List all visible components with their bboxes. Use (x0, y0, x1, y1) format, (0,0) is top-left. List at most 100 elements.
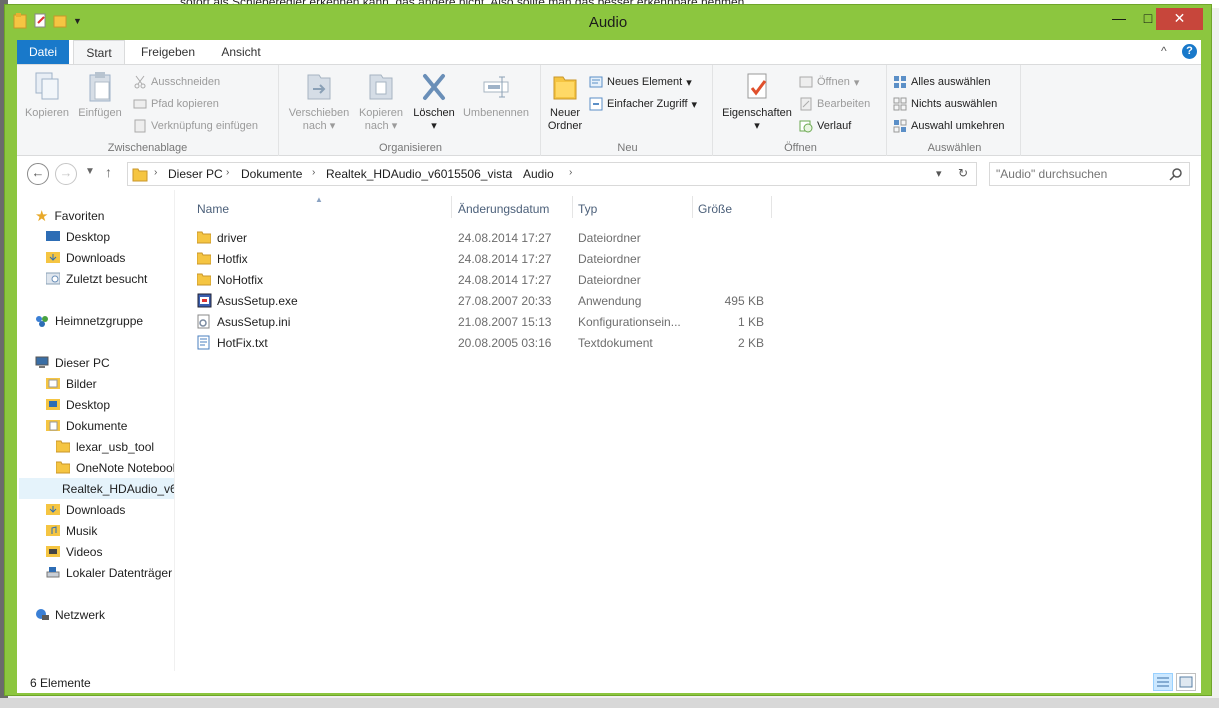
nav-downloads[interactable]: Downloads (46, 499, 125, 520)
refresh-icon[interactable]: ↻ (958, 166, 968, 180)
copy-to-icon (369, 74, 393, 100)
copy-button[interactable]: Kopieren (23, 71, 71, 120)
breadcrumb-separator[interactable]: › (226, 167, 229, 178)
nav-music[interactable]: Musik (46, 520, 97, 541)
up-button[interactable]: ↑ (105, 164, 112, 180)
desktop-icon (46, 231, 60, 241)
file-list: ▲ Name Änderungsdatum Typ Größe driver 2… (175, 190, 1201, 671)
breadcrumb-audio[interactable]: Audio (523, 167, 554, 181)
nav-realtek-label: Realtek_HDAudio_v6015506_vista (62, 481, 175, 496)
nav-desktop[interactable]: Desktop (46, 394, 110, 415)
file-row[interactable]: driver 24.08.2014 17:27 Dateiordner (193, 227, 793, 248)
file-name: NoHotfix (217, 273, 264, 287)
column-header-type[interactable]: Typ (578, 202, 597, 216)
breadcrumb-separator[interactable]: › (312, 167, 315, 178)
search-input[interactable] (996, 166, 1166, 182)
search-box[interactable] (989, 162, 1190, 186)
paste-icon (89, 72, 111, 102)
copy-to-button[interactable]: Kopieren nach ▾ (353, 71, 409, 133)
column-divider[interactable] (692, 196, 693, 218)
new-folder-label-1: Neuer (550, 107, 580, 119)
background-taskbar-edge (0, 698, 1219, 708)
file-row[interactable]: AsusSetup.exe 27.08.2007 20:33 Anwendung… (193, 290, 793, 311)
select-all-button[interactable]: Alles auswählen (893, 73, 991, 91)
nav-onenote[interactable]: OneNote Notebooks (56, 457, 174, 478)
details-view-button[interactable] (1153, 673, 1173, 691)
forward-button[interactable]: → (55, 163, 77, 185)
new-item-label: Neues Element (607, 76, 683, 88)
nav-videos[interactable]: Videos (46, 541, 102, 562)
back-button[interactable]: ← (27, 163, 49, 185)
select-group-label: Auswählen (927, 142, 982, 154)
file-row[interactable]: Hotfix 24.08.2014 17:27 Dateiordner (193, 248, 793, 269)
nav-fav-recent[interactable]: Zuletzt besucht (46, 268, 147, 289)
tab-view[interactable]: Ansicht (211, 40, 271, 64)
breadcrumb-documents[interactable]: Dokumente (241, 167, 302, 181)
tab-start[interactable]: Start (73, 40, 125, 64)
breadcrumb-separator[interactable]: › (509, 167, 512, 178)
navigation-pane: ★ Favoriten Desktop Downloads Zuletzt be… (17, 190, 175, 671)
copy-path-label: Pfad kopieren (151, 98, 219, 110)
nav-network[interactable]: Netzwerk (35, 604, 105, 625)
column-header-date[interactable]: Änderungsdatum (458, 202, 549, 216)
easy-access-button[interactable]: Einfacher Zugriff ▾ (589, 95, 697, 113)
nav-pictures[interactable]: Bilder (46, 373, 97, 394)
file-row[interactable]: NoHotfix 24.08.2014 17:27 Dateiordner (193, 269, 793, 290)
large-icons-view-button[interactable] (1176, 673, 1196, 691)
breadcrumb-realtek[interactable]: Realtek_HDAudio_v6015506_vista (326, 167, 512, 181)
file-row[interactable]: HotFix.txt 20.08.2005 03:16 Textdokument… (193, 332, 793, 353)
minimize-button[interactable]: — (1104, 8, 1134, 30)
paste-button[interactable]: Einfügen (75, 71, 125, 120)
open-button[interactable]: Öffnen ▾ (799, 73, 859, 91)
move-to-button[interactable]: Verschieben nach ▾ (285, 71, 353, 133)
delete-button[interactable]: Löschen ▾ (411, 71, 457, 133)
paste-shortcut-icon (134, 119, 146, 133)
breadcrumb-this-pc[interactable]: Dieser PC (168, 167, 223, 181)
breadcrumb-separator[interactable]: › (154, 167, 157, 178)
edit-button[interactable]: Bearbeiten (799, 95, 870, 113)
nav-favorites[interactable]: ★ Favoriten (35, 205, 104, 226)
properties-button[interactable]: Eigenschaften ▾ (719, 71, 795, 133)
new-folder-button[interactable]: Neuer Ordner (545, 71, 585, 133)
new-folder-icon (553, 76, 577, 100)
nav-homegroup[interactable]: Heimnetzgruppe (35, 310, 143, 331)
copy-path-button[interactable]: Pfad kopieren (133, 95, 219, 113)
nav-this-pc[interactable]: Dieser PC (35, 352, 110, 373)
rename-button[interactable]: Umbenennen (459, 71, 533, 120)
nav-documents[interactable]: Dokumente (46, 415, 127, 436)
recent-locations-icon[interactable]: ▼ (85, 166, 95, 177)
column-divider[interactable] (451, 196, 452, 218)
nav-videos-label: Videos (66, 544, 103, 559)
invert-selection-button[interactable]: Auswahl umkehren (893, 117, 1005, 135)
select-none-button[interactable]: Nichts auswählen (893, 95, 997, 113)
history-button[interactable]: Verlauf (799, 117, 851, 135)
paste-shortcut-button[interactable]: Verknüpfung einfügen (133, 117, 258, 135)
recent-places-icon (46, 272, 60, 285)
nav-fav-desktop[interactable]: Desktop (46, 226, 110, 247)
address-dropdown-icon[interactable]: ▾ (936, 167, 942, 180)
tab-file[interactable]: Datei (17, 40, 69, 64)
close-button[interactable]: ✕ (1156, 8, 1203, 30)
ribbon-collapse-icon[interactable]: ^ (1161, 44, 1167, 58)
nav-lexar[interactable]: lexar_usb_tool (56, 436, 154, 457)
file-row[interactable]: AsusSetup.ini 21.08.2007 15:13 Konfigura… (193, 311, 793, 332)
new-item-button[interactable]: Neues Element ▾ (589, 73, 692, 91)
column-header-size[interactable]: Größe (698, 202, 732, 216)
folder-icon (197, 252, 211, 265)
address-bar[interactable]: › Dieser PC › Dokumente › Realtek_HDAudi… (127, 162, 977, 186)
tab-share[interactable]: Freigeben (133, 40, 203, 64)
column-divider[interactable] (572, 196, 573, 218)
nav-local-disk[interactable]: Lokaler Datenträger (46, 562, 172, 583)
cut-button[interactable]: Ausschneiden (133, 73, 220, 91)
help-button[interactable]: ? (1182, 44, 1197, 59)
breadcrumb-separator[interactable]: › (569, 167, 572, 178)
window-title: Audio (588, 14, 628, 31)
nav-realtek[interactable]: Realtek_HDAudio_v6015506_vista (19, 478, 175, 499)
column-header-name[interactable]: Name (197, 202, 229, 216)
copy-icon (35, 72, 59, 100)
nav-fav-downloads[interactable]: Downloads (46, 247, 125, 268)
search-icon[interactable] (1169, 167, 1183, 181)
column-divider[interactable] (771, 196, 772, 218)
group-new: Neuer Ordner Neues Element ▾ Einfacher Z… (543, 65, 713, 157)
easy-access-label: Einfacher Zugriff (607, 98, 688, 110)
